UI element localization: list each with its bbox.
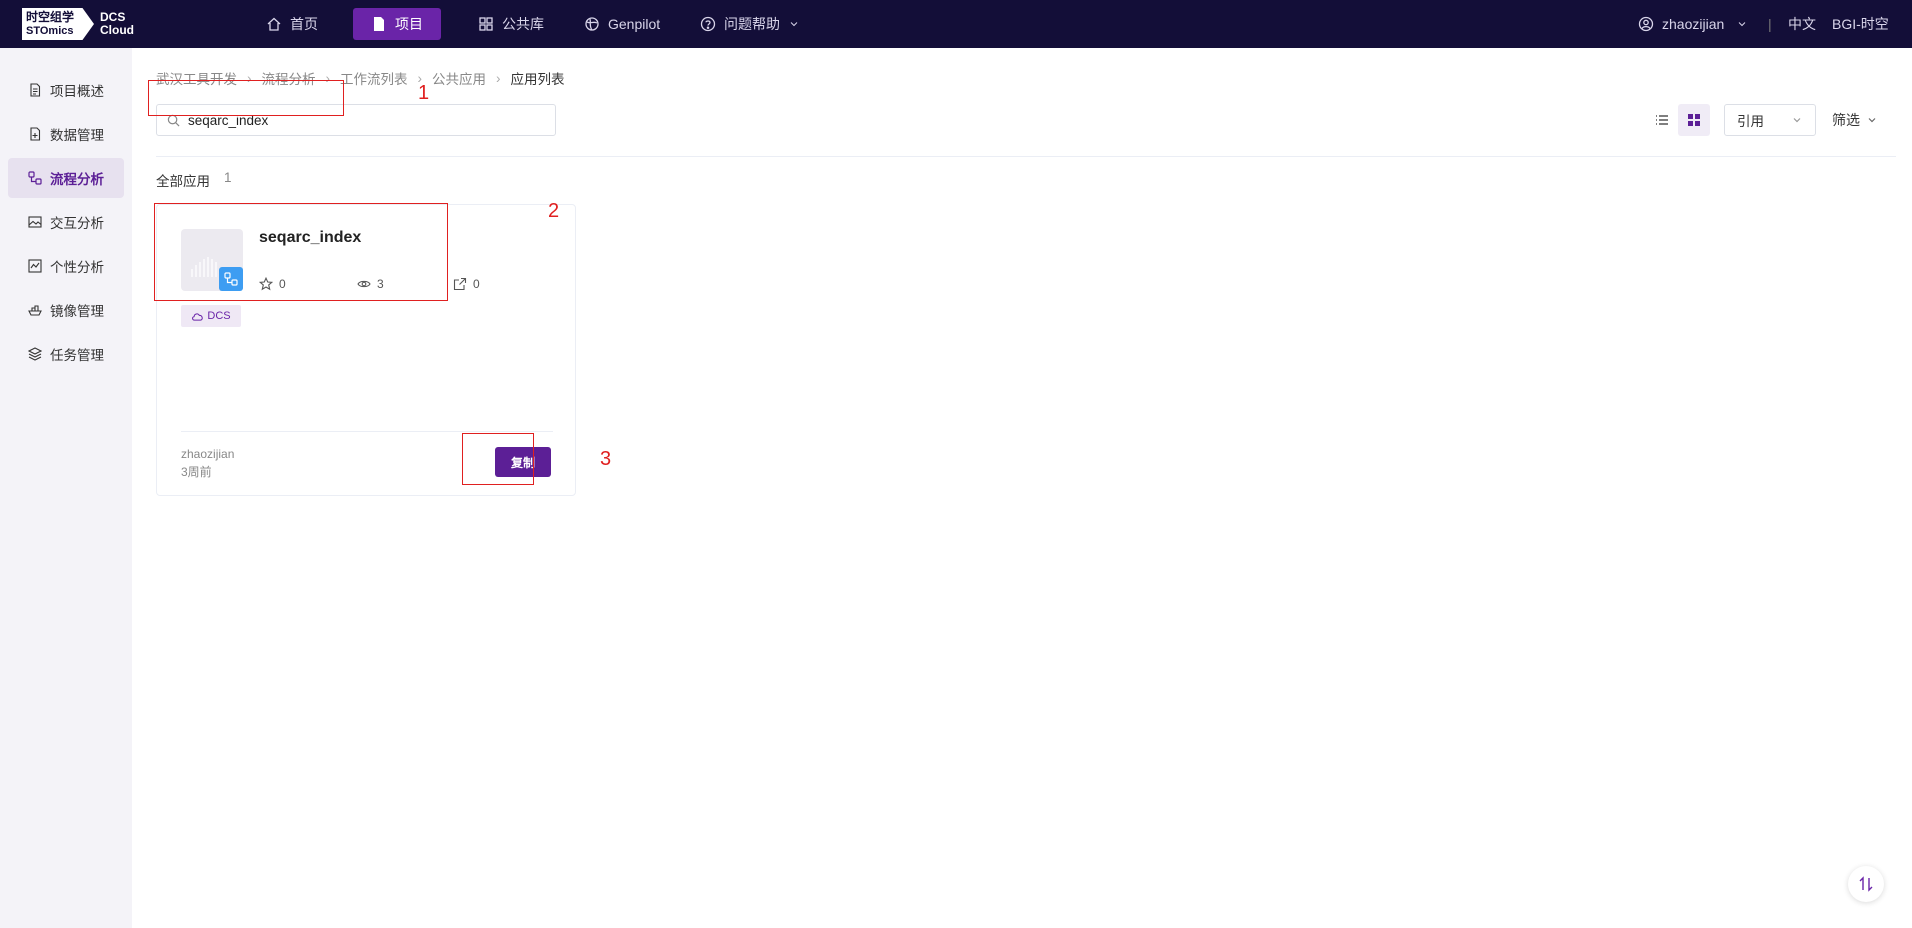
layers-icon	[28, 347, 42, 361]
section-header: 全部应用 1	[156, 170, 232, 190]
globe-icon	[585, 17, 599, 31]
section-title: 全部应用	[156, 174, 210, 189]
nav-item-label: Genpilot	[608, 16, 661, 32]
chevron-down-icon	[1738, 22, 1746, 27]
logo-product-line2: Cloud	[100, 23, 134, 37]
document-icon	[374, 17, 384, 31]
list-icon	[1656, 115, 1668, 125]
home-icon	[267, 17, 281, 31]
filter-dropdown[interactable]: 筛选	[1832, 110, 1878, 130]
nav-item-label: 问题帮助	[724, 16, 780, 32]
logo-line2: STOmics	[26, 25, 74, 37]
workflow-icon	[28, 171, 42, 185]
updated-time: 3周前	[181, 465, 212, 479]
header-divider	[156, 156, 1896, 157]
chevron-down-icon	[790, 22, 798, 27]
annotation-label-1: 1	[418, 82, 430, 104]
user-menu[interactable]: zhaozijian	[1638, 0, 1748, 48]
card-owner: zhaozijian 3周前	[181, 445, 234, 481]
external-link-icon	[453, 277, 467, 291]
annotation-box-3	[462, 433, 534, 485]
filter-label: 筛选	[1832, 112, 1860, 128]
chevron-down-icon	[1793, 118, 1801, 123]
sidebar-item-label: 任务管理	[50, 348, 104, 363]
org-label: BGI-时空	[1832, 16, 1889, 32]
data-file-icon	[30, 127, 41, 141]
sidebar-item-interactive[interactable]: 交互分析	[8, 202, 124, 242]
help-icon	[700, 16, 716, 32]
nav-item-project[interactable]: 项目	[353, 8, 441, 40]
breadcrumb-separator: ›	[496, 70, 501, 86]
logo-line1: 时空组学	[26, 10, 75, 24]
logo-product: DCS Cloud	[100, 11, 134, 37]
sidebar-item-label: 项目概述	[50, 84, 104, 99]
sidebar-item-tasks[interactable]: 任务管理	[8, 334, 124, 374]
swap-vertical-icon	[1859, 876, 1873, 892]
share-count-value: 0	[473, 277, 480, 291]
platform-tag: DCS	[181, 305, 241, 327]
chart-icon	[28, 259, 42, 273]
nav-item-label: 首页	[290, 16, 318, 32]
main-content: 武汉工具开发 › 流程分析 › 工作流列表 › 公共应用 › 应用列表 1 引用…	[132, 48, 1912, 928]
grid-icon	[1688, 114, 1700, 126]
user-name: zhaozijian	[1662, 16, 1725, 32]
sidebar-item-custom[interactable]: 个性分析	[8, 246, 124, 286]
language-switch[interactable]: 中文	[1788, 0, 1816, 48]
grid-view-button[interactable]	[1678, 104, 1710, 136]
logo-mark: 时空组学 STOmics	[22, 8, 94, 40]
owner-name: zhaozijian	[181, 447, 235, 461]
sidebar-item-label: 镜像管理	[50, 304, 104, 319]
nav-item-help[interactable]: 问题帮助	[682, 8, 818, 40]
breadcrumb-item[interactable]: 工作流列表	[340, 68, 408, 88]
logo[interactable]: 时空组学 STOmics DCS Cloud	[22, 8, 134, 40]
sidebar-item-label: 个性分析	[50, 260, 104, 275]
org-switch[interactable]: BGI-时空	[1832, 0, 1889, 48]
top-navigation-bar: 时空组学 STOmics DCS Cloud 首页 项目 公共库 Genpilo…	[0, 0, 1912, 48]
share-count: 0	[453, 277, 480, 291]
breadcrumb-item[interactable]: 公共应用	[432, 68, 486, 88]
sidebar-item-overview[interactable]: 项目概述	[8, 70, 124, 110]
annotation-label-2: 2	[548, 200, 560, 222]
user-icon	[1638, 16, 1654, 32]
sort-selected-value: 引用	[1737, 114, 1764, 129]
image-icon	[28, 216, 42, 228]
annotation-label-3: 3	[600, 448, 612, 470]
nav-item-home[interactable]: 首页	[248, 8, 336, 40]
sidebar-item-label: 交互分析	[50, 216, 104, 231]
file-icon	[30, 83, 41, 97]
card-divider	[181, 431, 553, 432]
language-label: 中文	[1788, 16, 1816, 32]
sort-toggle-float-button[interactable]	[1848, 866, 1884, 902]
section-count: 1	[224, 170, 232, 185]
view-toggle	[1646, 104, 1710, 136]
grid-icon	[479, 17, 493, 31]
nav-divider: |	[1768, 16, 1772, 32]
ship-icon	[28, 305, 42, 316]
annotation-box-2	[154, 203, 448, 301]
platform-tag-label: DCS	[207, 310, 231, 322]
sidebar-item-workflow[interactable]: 流程分析	[8, 158, 124, 198]
chevron-down-icon	[1868, 118, 1876, 123]
sidebar: 项目概述 数据管理 流程分析 交互分析 个性分析 镜像管理 任务管理	[0, 48, 132, 928]
nav-item-public-library[interactable]: 公共库	[460, 8, 562, 40]
sidebar-item-image[interactable]: 镜像管理	[8, 290, 124, 330]
breadcrumb-current: 应用列表	[510, 72, 565, 87]
cloud-icon	[192, 312, 204, 321]
list-view-button[interactable]	[1646, 104, 1678, 136]
annotation-box-1	[148, 80, 344, 116]
sidebar-item-data[interactable]: 数据管理	[8, 114, 124, 154]
sidebar-item-label: 数据管理	[50, 128, 104, 143]
nav-item-genpilot[interactable]: Genpilot	[566, 8, 678, 40]
nav-item-label: 公共库	[502, 16, 544, 32]
sort-select[interactable]: 引用	[1724, 104, 1816, 136]
nav-item-label: 项目	[395, 16, 423, 32]
sidebar-item-label: 流程分析	[50, 172, 104, 187]
